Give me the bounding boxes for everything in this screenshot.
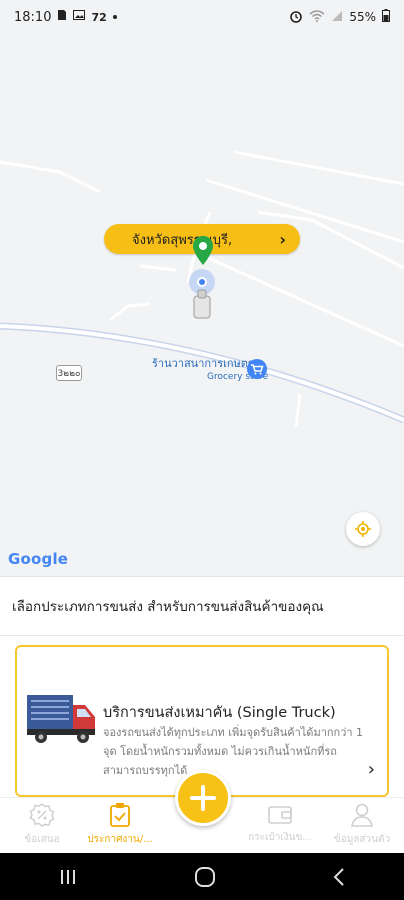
gallery-icon <box>73 9 86 25</box>
status-time: 18:10 <box>14 9 52 25</box>
wallet-icon <box>268 806 292 824</box>
create-job-button[interactable] <box>175 770 231 826</box>
location-pin-icon[interactable] <box>192 236 214 266</box>
battery-icon <box>382 9 390 25</box>
transport-type-prompt: เลือกประเภทการขนส่ง สำหรับการขนส่งสินค้า… <box>0 576 404 636</box>
road-number-sign: 3๒๒๐ <box>56 365 82 381</box>
battery-percent: 55% <box>349 10 376 24</box>
percent-icon <box>29 803 55 827</box>
nav-label-profile: ข้อมูลส่วนตัว <box>333 834 391 845</box>
nav-item-post-job[interactable]: ประกาศงาน/... <box>78 802 162 854</box>
chevron-right-icon: › <box>367 759 375 780</box>
nav-item-profile[interactable]: ข้อมูลส่วนตัว <box>320 802 404 854</box>
alarm-icon <box>289 9 303 26</box>
signal-icon <box>331 10 343 25</box>
poi-name[interactable]: ร้านวาสนาการเกษตร <box>152 354 254 372</box>
street-view-pegman-icon[interactable] <box>191 286 213 320</box>
truck-icon <box>27 695 95 743</box>
clipboard-check-icon <box>110 803 130 827</box>
back-icon[interactable] <box>332 867 346 887</box>
app-screen: 18:10 72 55% จังหวัดสุพรรณบุรี, › 3๒๒๐ ร… <box>0 0 404 900</box>
google-logo-text: Google <box>8 550 69 568</box>
status-bar: 18:10 72 55% <box>0 0 404 34</box>
province-label: จังหวัดสุพรรณบุรี, <box>132 232 233 248</box>
service-title: บริการขนส่งเหมาคัน (Single Truck) <box>103 705 336 721</box>
more-notifications-dot <box>112 15 117 19</box>
map-view[interactable]: จังหวัดสุพรรณบุรี, › 3๒๒๐ ร้านวาสนาการเก… <box>0 34 404 576</box>
home-icon[interactable] <box>194 866 216 888</box>
person-icon <box>351 803 373 827</box>
chevron-right-icon: › <box>279 229 286 249</box>
nav-label-wallet: กระเป๋าเงินข... <box>248 832 312 843</box>
recent-apps-icon[interactable] <box>58 868 78 886</box>
my-location-button[interactable] <box>346 512 380 546</box>
plus-icon <box>190 785 216 811</box>
wifi-icon <box>309 9 325 25</box>
prompt-text: เลือกประเภทการขนส่ง สำหรับการขนส่งสินค้า… <box>12 599 324 615</box>
google-logo: Google <box>8 550 68 568</box>
system-navigation-bar <box>0 853 404 900</box>
service-description: จองรถขนส่งได้ทุกประเภท เพิ่มจุดรับสินค้า… <box>103 726 364 777</box>
nav-item-offers[interactable]: ข้อเสนอ <box>0 802 84 854</box>
sim-icon <box>57 9 67 25</box>
nav-label-post-job: ประกาศงาน/... <box>87 834 153 845</box>
shopping-cart-icon[interactable] <box>246 358 268 380</box>
nav-label-offers: ข้อเสนอ <box>24 834 60 845</box>
notification-count: 72 <box>91 10 107 24</box>
nav-item-wallet[interactable]: กระเป๋าเงินข... <box>238 802 322 854</box>
crosshair-icon <box>355 521 371 537</box>
